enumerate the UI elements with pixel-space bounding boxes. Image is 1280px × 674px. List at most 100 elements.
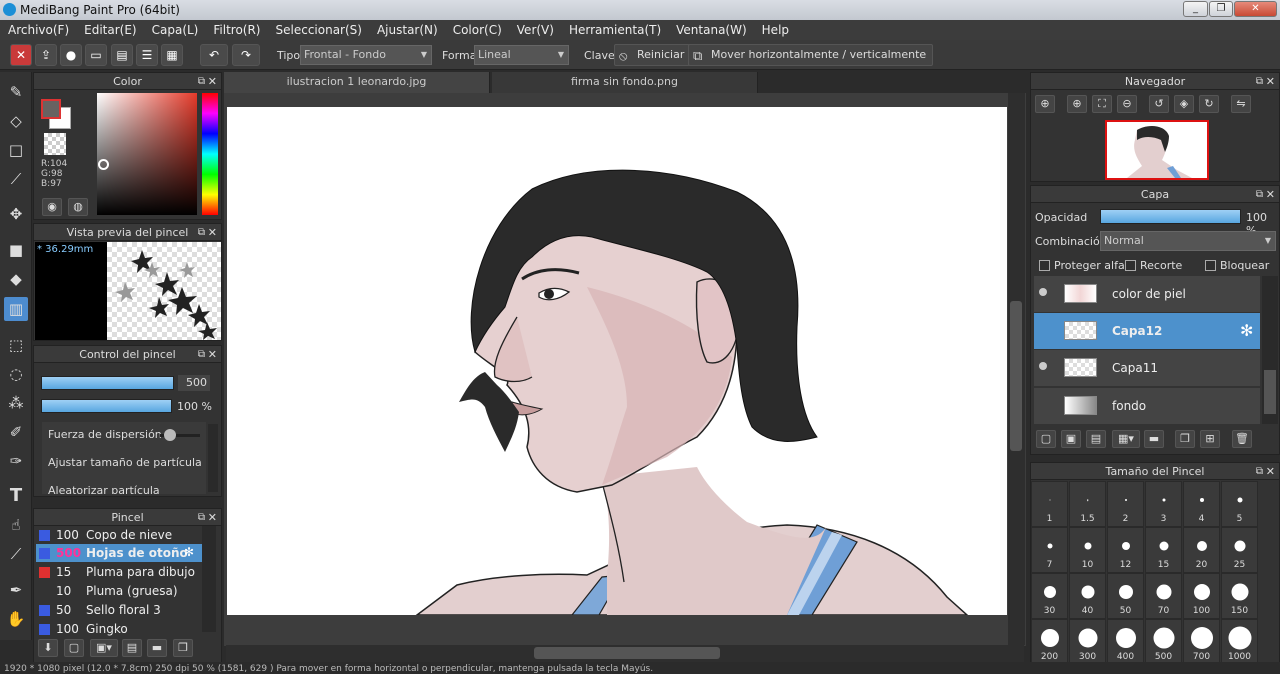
undock-icon[interactable]: ⧉: [198, 224, 205, 241]
menu-archivo[interactable]: Archivo(F): [8, 23, 69, 37]
forma-select[interactable]: Lineal ▼: [474, 45, 569, 65]
menu-ajustar[interactable]: Ajustar(N): [377, 23, 438, 37]
undock-icon[interactable]: ⧉: [198, 73, 205, 90]
brush-size-cell[interactable]: 15: [1145, 527, 1182, 573]
close-file-icon[interactable]: ✕: [10, 44, 32, 66]
move-tool-icon[interactable]: ✥: [4, 202, 28, 226]
navigator-thumbnail[interactable]: [1105, 120, 1209, 180]
brush-size-cell[interactable]: 40: [1069, 573, 1106, 619]
lock-checkbox[interactable]: [1205, 260, 1216, 271]
duplicate-layer-icon[interactable]: ❐: [1175, 430, 1195, 448]
brush-size-slider[interactable]: [41, 376, 174, 390]
zoom-in-icon[interactable]: ⊕: [1035, 95, 1055, 113]
brush-size-cell[interactable]: 1000: [1221, 619, 1258, 665]
brush-size-cell[interactable]: 700: [1183, 619, 1220, 665]
brush-size-cell[interactable]: 500: [1145, 619, 1182, 665]
hand-tool-icon[interactable]: ✋: [4, 607, 28, 631]
new-brush-icon[interactable]: ▢: [64, 639, 84, 657]
brush-list-scrollbar[interactable]: [202, 526, 216, 632]
menu-ventana[interactable]: Ventana(W): [676, 23, 747, 37]
redo-icon[interactable]: ↷: [232, 44, 260, 66]
brush-size-cell[interactable]: 150: [1221, 573, 1258, 619]
grid-icon[interactable]: ▦: [161, 44, 183, 66]
menu-help[interactable]: Help: [762, 23, 789, 37]
brush-size-cell[interactable]: 4: [1183, 481, 1220, 527]
brush-size-cell[interactable]: 25: [1221, 527, 1258, 573]
brush-size-cell[interactable]: 2: [1107, 481, 1144, 527]
settings-gear-icon[interactable]: ✻: [184, 545, 194, 559]
close-icon[interactable]: ✕: [208, 509, 217, 526]
merge-layer-icon[interactable]: ⊞: [1200, 430, 1220, 448]
brush-size-cell[interactable]: 10: [1069, 527, 1106, 573]
brush-size-cell[interactable]: 20: [1183, 527, 1220, 573]
select-eraser-icon[interactable]: ✑: [4, 449, 28, 473]
magic-wand-icon[interactable]: ⁂: [4, 391, 28, 415]
reiniciar-button[interactable]: ⦸ Reiniciar: [614, 44, 692, 66]
tab-ilustracion[interactable]: ilustracion 1 leonardo.jpg: [224, 72, 490, 93]
brush-size-cell[interactable]: 50: [1107, 573, 1144, 619]
brush-item[interactable]: 100 Gingko: [36, 620, 196, 638]
restore-button[interactable]: ❐: [1209, 1, 1233, 17]
menu-capa[interactable]: Capa(L): [152, 23, 199, 37]
brush-size-cell[interactable]: 1.5: [1069, 481, 1106, 527]
pen-tool-icon[interactable]: ✒: [4, 578, 28, 602]
brush-item-selected[interactable]: 500 Hojas de otoño ✻: [36, 544, 202, 562]
color-picker-cursor[interactable]: [98, 159, 109, 170]
undo-icon[interactable]: ↶: [200, 44, 228, 66]
add-brush-menu-icon[interactable]: ▣▾: [90, 639, 118, 657]
mover-button[interactable]: ⧉ Mover horizontalmente / verticalmente: [688, 44, 934, 66]
layer-row-selected[interactable]: Capa12 ✻: [1034, 313, 1260, 350]
brush-size-cell[interactable]: 1: [1031, 481, 1068, 527]
brush-item[interactable]: 100 Copo de nieve: [36, 526, 196, 544]
gradient-tool-icon[interactable]: ▥: [4, 297, 28, 321]
dot-tool-icon[interactable]: □: [4, 138, 28, 162]
brush-item[interactable]: 15 Pluma para dibujo: [36, 563, 196, 581]
select-pen-icon[interactable]: ✐: [4, 420, 28, 444]
vertical-scroll-thumb[interactable]: [1010, 301, 1022, 451]
menu-editar[interactable]: Editar(E): [84, 23, 136, 37]
folder-icon[interactable]: ▬: [147, 639, 167, 657]
symmetry-tool-icon[interactable]: ⟋: [4, 167, 28, 191]
speech-icon[interactable]: ▭: [85, 44, 107, 66]
layer-row[interactable]: color de piel: [1034, 276, 1260, 313]
canvas-paper[interactable]: [227, 107, 1007, 615]
palette-icon[interactable]: ◉: [42, 198, 62, 216]
brush-size-cell[interactable]: 100: [1183, 573, 1220, 619]
select-tool-icon[interactable]: ⬚: [4, 333, 28, 357]
eraser-tool-icon[interactable]: ◇: [4, 109, 28, 133]
layer-row[interactable]: Capa11: [1034, 350, 1260, 387]
close-window-button[interactable]: ✕: [1234, 1, 1277, 17]
menu-herramienta[interactable]: Herramienta(T): [569, 23, 661, 37]
saturation-value-picker[interactable]: [97, 93, 197, 215]
horizontal-scroll-thumb[interactable]: [534, 647, 720, 659]
blend-select[interactable]: Normal ▼: [1100, 231, 1276, 251]
export-icon[interactable]: ⇪: [35, 44, 57, 66]
fill-rect-tool-icon[interactable]: ■: [4, 238, 28, 262]
clip-checkbox[interactable]: [1125, 260, 1136, 271]
layer-scroll-thumb[interactable]: [1264, 370, 1276, 414]
tipo-select[interactable]: Frontal - Fondo ▼: [300, 45, 432, 65]
brush-item[interactable]: 10 Pluma (gruesa): [36, 582, 196, 600]
undock-icon[interactable]: ⧉: [1256, 463, 1263, 480]
options-scrollbar[interactable]: [208, 424, 218, 492]
brush-item[interactable]: 50 Sello floral 3: [36, 601, 196, 619]
primary-color-swatch[interactable]: [41, 99, 61, 119]
color-settings-icon[interactable]: ◍: [68, 198, 88, 216]
fit-icon[interactable]: ⛶: [1092, 95, 1112, 113]
close-icon[interactable]: ✕: [1266, 186, 1275, 203]
menu-seleccionar[interactable]: Seleccionar(S): [276, 23, 362, 37]
brush-opacity-slider[interactable]: [41, 399, 172, 413]
rotate-left-icon[interactable]: ↺: [1149, 95, 1169, 113]
bucket-tool-icon[interactable]: ◆: [4, 267, 28, 291]
text-tool-icon[interactable]: T: [4, 484, 28, 508]
duplicate-brush-icon[interactable]: ❐: [173, 639, 193, 657]
protect-alpha-checkbox[interactable]: [1039, 260, 1050, 271]
visibility-eye-icon[interactable]: [1039, 362, 1047, 370]
undock-icon[interactable]: ⧉: [1256, 186, 1263, 203]
horizontal-scrollbar[interactable]: [226, 645, 1024, 662]
hue-slider[interactable]: [202, 93, 218, 215]
layer-settings-gear-icon[interactable]: ✻: [1240, 321, 1253, 340]
brush-size-cell[interactable]: 200: [1031, 619, 1068, 665]
reset-view-icon[interactable]: ◈: [1174, 95, 1194, 113]
layer-folder-icon[interactable]: ▬: [1144, 430, 1164, 448]
